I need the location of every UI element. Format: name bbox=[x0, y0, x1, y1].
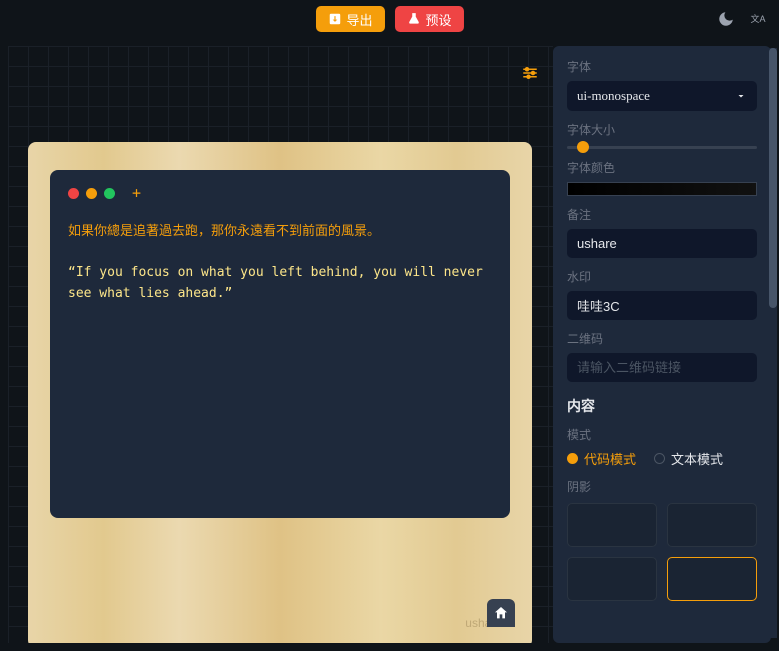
preview-card: + 如果你總是追著過去跑，那你永遠看不到前面的風景。 “If you focus… bbox=[28, 142, 532, 643]
preset-label: 预设 bbox=[426, 10, 452, 29]
theme-toggle[interactable] bbox=[717, 10, 735, 28]
mode-code-label: 代码模式 bbox=[584, 449, 636, 468]
mode-code-radio[interactable]: 代码模式 bbox=[567, 449, 636, 468]
scrollbar-thumb[interactable] bbox=[769, 48, 777, 308]
content-title: 内容 bbox=[567, 396, 757, 416]
note-input[interactable] bbox=[567, 229, 757, 258]
shadow-label: 阴影 bbox=[567, 478, 757, 495]
mode-text-radio[interactable]: 文本模式 bbox=[654, 449, 723, 468]
maximize-dot bbox=[104, 188, 115, 199]
slider-thumb[interactable] bbox=[577, 141, 589, 153]
settings-sidebar: 字体 ui-monospace 字体大小 字体颜色 备注 水印 二维码 内容 模… bbox=[553, 46, 771, 643]
code-line-1[interactable]: 如果你總是追著過去跑，那你永遠看不到前面的風景。 bbox=[68, 220, 492, 239]
preset-button[interactable]: 预设 bbox=[395, 6, 464, 32]
qrcode-input[interactable] bbox=[567, 353, 757, 382]
settings-toggle-icon[interactable] bbox=[521, 66, 539, 85]
qrcode-label: 二维码 bbox=[567, 330, 757, 347]
moon-icon bbox=[717, 10, 735, 28]
export-icon bbox=[327, 12, 341, 26]
font-select[interactable]: ui-monospace bbox=[567, 81, 757, 111]
watermark-input[interactable] bbox=[567, 291, 757, 320]
shadow-option-2[interactable] bbox=[667, 503, 757, 547]
code-line-2[interactable]: “If you focus on what you left behind, y… bbox=[68, 263, 492, 305]
note-label: 备注 bbox=[567, 206, 757, 223]
fontsize-slider[interactable] bbox=[567, 146, 757, 149]
radio-dot-on bbox=[567, 453, 578, 464]
shadow-option-3[interactable] bbox=[567, 557, 657, 601]
canvas-area: + 如果你總是追著過去跑，那你永遠看不到前面的風景。 “If you focus… bbox=[8, 46, 553, 643]
add-tab-icon[interactable]: + bbox=[132, 184, 141, 202]
minimize-dot bbox=[86, 188, 97, 199]
language-toggle[interactable]: 文A bbox=[749, 10, 767, 28]
mode-label: 模式 bbox=[567, 426, 757, 443]
watermark-label: 水印 bbox=[567, 268, 757, 285]
language-icon: 文A bbox=[749, 10, 767, 28]
fontsize-label: 字体大小 bbox=[567, 121, 757, 138]
font-value: ui-monospace bbox=[577, 88, 650, 104]
flask-icon bbox=[407, 12, 421, 26]
scrollbar[interactable] bbox=[769, 48, 777, 638]
export-label: 导出 bbox=[346, 10, 372, 29]
home-icon bbox=[493, 605, 509, 621]
shadow-option-1[interactable] bbox=[567, 503, 657, 547]
svg-text:文A: 文A bbox=[751, 13, 766, 24]
chevron-down-icon bbox=[735, 90, 747, 102]
topbar: 导出 预设 文A bbox=[0, 0, 779, 38]
fontcolor-picker[interactable] bbox=[567, 182, 757, 196]
font-label: 字体 bbox=[567, 58, 757, 75]
window-controls: + bbox=[68, 184, 492, 202]
radio-dot-off bbox=[654, 453, 665, 464]
export-button[interactable]: 导出 bbox=[315, 6, 384, 32]
home-button[interactable] bbox=[487, 599, 515, 627]
code-window: + 如果你總是追著過去跑，那你永遠看不到前面的風景。 “If you focus… bbox=[50, 170, 510, 518]
mode-text-label: 文本模式 bbox=[671, 449, 723, 468]
close-dot bbox=[68, 188, 79, 199]
fontcolor-label: 字体颜色 bbox=[567, 159, 757, 176]
shadow-option-4[interactable] bbox=[667, 557, 757, 601]
